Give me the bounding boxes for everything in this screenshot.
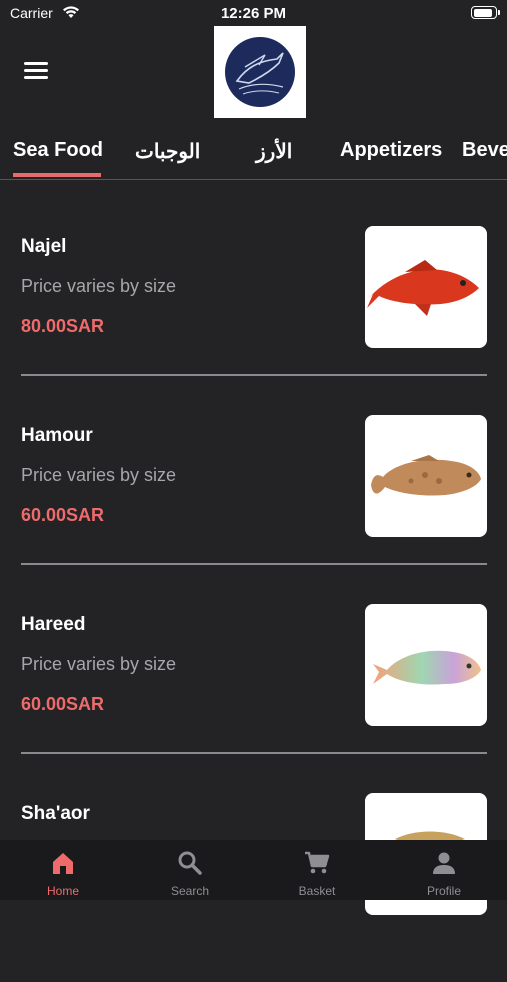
active-tab-indicator: [13, 173, 101, 177]
menu-item[interactable]: Najel Price varies by size 80.00SAR: [21, 226, 487, 415]
status-time: 12:26 PM: [220, 5, 287, 22]
item-divider: [21, 752, 487, 754]
logo-disc: [225, 37, 295, 107]
category-tabs: Sea Food الوجبات الأرز Appetizers Beve: [0, 128, 507, 180]
battery-level: [473, 8, 492, 17]
item-description: Price varies by size: [21, 276, 177, 296]
item-price: 80.00SAR: [21, 316, 105, 336]
item-name: Hamour: [21, 425, 93, 446]
item-price: 60.00SAR: [21, 505, 105, 525]
nav-home-label: Home: [46, 884, 79, 898]
parrot-fish-image[interactable]: [365, 604, 487, 726]
marlin-emblem-icon: [235, 52, 284, 95]
tab-meals[interactable]: الوجبات: [135, 139, 200, 164]
menu-item[interactable]: Hareed Price varies by size 60.00SAR: [21, 604, 487, 793]
item-description: Price varies by size: [21, 654, 177, 674]
item-description: Price varies by size: [21, 465, 177, 485]
nav-profile-label: Profile: [426, 884, 461, 898]
search-icon: [178, 851, 202, 875]
item-divider: [21, 563, 487, 565]
tab-beverages[interactable]: Beve: [462, 139, 507, 162]
home-icon: [53, 853, 73, 874]
status-bar: Carrier 12:26 PM: [0, 0, 507, 26]
bottom-tab-bar: Home Search Basket Profile: [0, 840, 507, 900]
tab-rice[interactable]: الأرز: [256, 139, 292, 164]
nav-search[interactable]: Search: [127, 840, 253, 900]
item-name: Najel: [21, 236, 67, 257]
person-icon: [433, 852, 455, 874]
red-fish-image[interactable]: [365, 226, 487, 348]
item-divider: [21, 374, 487, 376]
item-price: 60.00SAR: [21, 694, 105, 714]
nav-basket-label: Basket: [298, 884, 336, 898]
hamburger-menu-icon[interactable]: [24, 62, 48, 80]
battery-icon: [471, 6, 500, 19]
nav-search-label: Search: [170, 884, 210, 898]
nav-profile[interactable]: Profile: [381, 840, 507, 900]
menu-item[interactable]: Hamour Price varies by size 60.00SAR: [21, 415, 487, 604]
item-name: Hareed: [21, 614, 86, 635]
tab-sea-food[interactable]: Sea Food: [13, 139, 103, 162]
cart-icon: [305, 851, 330, 874]
nav-basket[interactable]: Basket: [254, 840, 380, 900]
tab-appetizers[interactable]: Appetizers: [340, 139, 442, 162]
item-name: Sha'aor: [21, 803, 90, 824]
grouper-fish-image[interactable]: [365, 415, 487, 537]
restaurant-logo: [214, 26, 306, 118]
nav-home[interactable]: Home: [0, 840, 126, 900]
